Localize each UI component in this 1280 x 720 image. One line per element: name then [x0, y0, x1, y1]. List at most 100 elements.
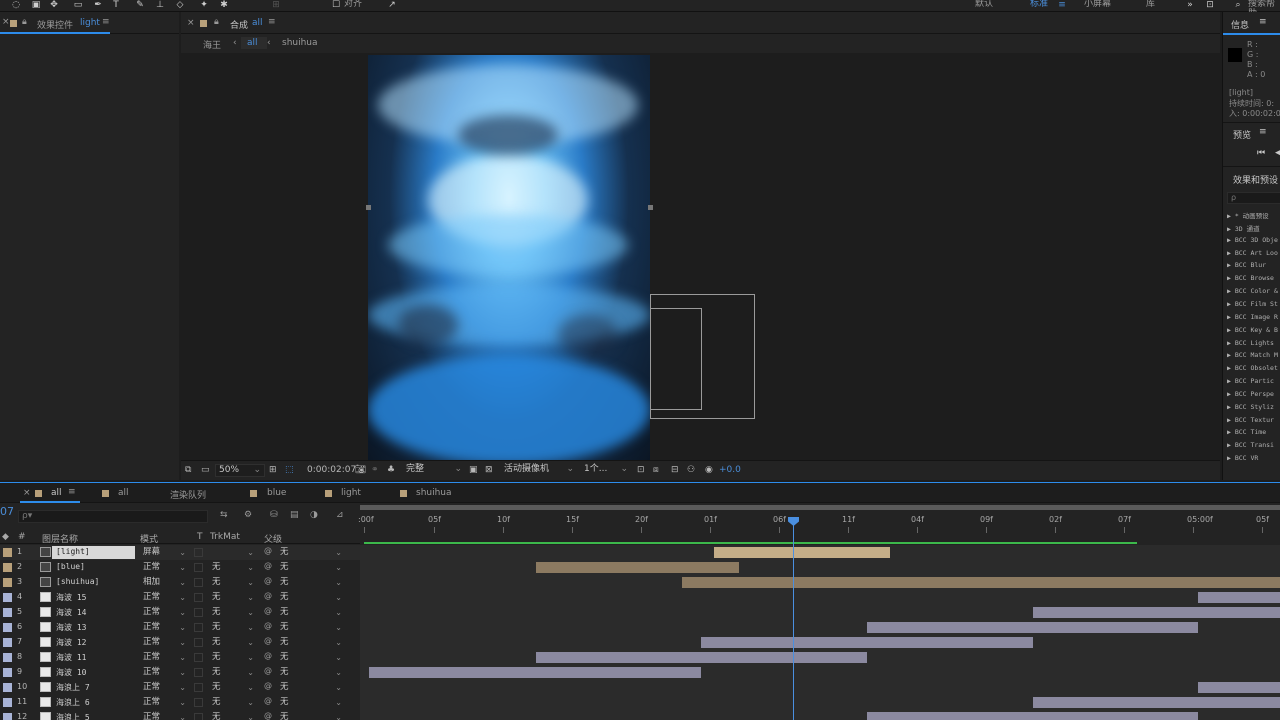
timeline-tab-all[interactable]: all [118, 488, 129, 498]
label-color-swatch[interactable] [3, 563, 12, 572]
layer-name[interactable]: 海波 14 [56, 607, 86, 618]
parent-dropdown[interactable]: 无 ⌄ [276, 606, 344, 619]
composition-tab[interactable]: 合成 [230, 18, 248, 31]
effect-category-item[interactable]: ▶ BCC 3D Obje [1227, 236, 1278, 244]
layer-name-header[interactable]: 图层名称 [42, 532, 78, 545]
snapshot-icon[interactable]: 📷︎ [355, 465, 366, 475]
effect-category-item[interactable]: ▶ BCC Lights [1227, 339, 1274, 347]
layer-handle[interactable] [648, 205, 653, 210]
effect-category-item[interactable]: ▶ 3D 通道 [1227, 223, 1260, 233]
timeline-tab-shuihua[interactable]: shuihua [416, 488, 452, 498]
render-queue-tab[interactable]: 渲染队列 [170, 488, 206, 501]
blend-mode-dropdown[interactable]: 正常 ⌄ [140, 606, 188, 619]
label-color-swatch[interactable] [3, 608, 12, 617]
timeline-tab-blue[interactable]: blue [267, 488, 286, 498]
layer-duration-bar[interactable] [701, 637, 1033, 648]
label-color-swatch[interactable] [3, 713, 12, 720]
blend-mode-dropdown[interactable]: 正常 ⌄ [140, 681, 188, 694]
preserve-transparency-checkbox[interactable] [194, 713, 203, 720]
effect-category-item[interactable]: ▶ BCC Transi [1227, 441, 1274, 449]
zoom-dropdown[interactable]: 50% ⌄ [215, 464, 265, 477]
effect-category-item[interactable]: ▶ BCC Textur [1227, 416, 1274, 424]
shy-layers-icon[interactable]: ⛁ [270, 510, 278, 520]
preserve-transparency-checkbox[interactable] [194, 608, 203, 617]
comp-mini-flowchart-icon[interactable]: ⇆ [220, 510, 228, 520]
breadcrumb-haiwang[interactable]: 海王 [203, 38, 221, 51]
trkmat-dropdown[interactable]: 无 ⌄ [208, 666, 256, 679]
layer-row[interactable]: 2 [blue] 正常 ⌄ 无 ⌄ @ 无 ⌄ [0, 560, 1280, 575]
blend-mode-dropdown[interactable]: 屏幕 ⌄ [140, 546, 188, 559]
parent-dropdown[interactable]: 无 ⌄ [276, 591, 344, 604]
parent-dropdown[interactable]: 无 ⌄ [276, 696, 344, 709]
blend-mode-dropdown[interactable]: 正常 ⌄ [140, 621, 188, 634]
more-workspaces-icon[interactable]: » [1184, 0, 1196, 10]
trkmat-dropdown[interactable]: 无 ⌄ [208, 711, 256, 720]
trkmat-dropdown[interactable]: 无 ⌄ [208, 621, 256, 634]
panel-menu-icon[interactable]: ≡ [68, 487, 76, 497]
layer-row[interactable]: 12 海浪上 5 正常 ⌄ 无 ⌄ @ 无 ⌄ [0, 710, 1280, 720]
first-frame-icon[interactable]: ⏮ [1257, 148, 1265, 158]
parent-dropdown[interactable]: 无 ⌄ [276, 561, 344, 574]
parent-pickwhip-icon[interactable]: @ [264, 711, 272, 720]
current-time-display[interactable]: 07 [0, 505, 14, 518]
layer-name[interactable]: 海波 10 [56, 667, 86, 678]
effect-controls-tab[interactable]: 效果控件 [37, 18, 73, 31]
layer-name[interactable]: [shuihua] [56, 577, 99, 586]
blend-mode-dropdown[interactable]: 正常 ⌄ [140, 636, 188, 649]
parent-pickwhip-icon[interactable]: @ [264, 636, 272, 645]
roto-brush-tool-icon[interactable]: ✦ [198, 0, 210, 10]
layer-row[interactable]: 10 海浪上 7 正常 ⌄ 无 ⌄ @ 无 ⌄ [0, 680, 1280, 695]
camera-tool-icon[interactable]: ▣ [30, 0, 42, 10]
workspace-small-screen[interactable]: 小屏幕 [1084, 0, 1111, 9]
composition-frame[interactable] [368, 55, 650, 461]
effect-category-item[interactable]: ▶ BCC Match M [1227, 351, 1278, 359]
parent-pickwhip-icon[interactable]: @ [264, 576, 272, 585]
parent-dropdown[interactable]: 无 ⌄ [276, 546, 344, 559]
parent-pickwhip-icon[interactable]: @ [264, 666, 272, 675]
resolution-dropdown[interactable]: 完整 ⌄ [403, 464, 465, 477]
lock-icon[interactable]: 🔒︎ [214, 17, 219, 27]
always-preview-icon[interactable]: ⧉ [185, 465, 191, 475]
blend-mode-dropdown[interactable]: 正常 ⌄ [140, 696, 188, 709]
layer-duration-bar[interactable] [1032, 607, 1280, 618]
effect-category-item[interactable]: ▶ BCC Blur [1227, 261, 1266, 269]
effect-category-item[interactable]: ▶ BCC Film St [1227, 300, 1278, 308]
parent-dropdown[interactable]: 无 ⌄ [276, 666, 344, 679]
parent-dropdown[interactable]: 无 ⌄ [276, 621, 344, 634]
timeline-tab-light[interactable]: light [341, 488, 361, 498]
layer-duration-bar[interactable] [713, 547, 891, 558]
preserve-transparency-checkbox[interactable] [194, 623, 203, 632]
preserve-transparency-checkbox[interactable] [194, 548, 203, 557]
layer-row[interactable]: 5 海波 14 正常 ⌄ 无 ⌄ @ 无 ⌄ [0, 605, 1280, 620]
type-tool-icon[interactable]: T [110, 0, 122, 10]
parent-dropdown[interactable]: 无 ⌄ [276, 651, 344, 664]
layer-name[interactable]: 海波 12 [56, 637, 86, 648]
preserve-transparency-checkbox[interactable] [194, 683, 203, 692]
layer-row[interactable]: 7 海波 12 正常 ⌄ 无 ⌄ @ 无 ⌄ [0, 635, 1280, 650]
layer-handle[interactable] [366, 205, 371, 210]
preserve-transparency-checkbox[interactable] [194, 563, 203, 572]
pan-behind-tool-icon[interactable]: ✥ [48, 0, 60, 10]
layer-duration-bar[interactable] [368, 667, 702, 678]
parent-pickwhip-icon[interactable]: @ [264, 651, 272, 660]
layer-row[interactable]: 6 海波 13 正常 ⌄ 无 ⌄ @ 无 ⌄ [0, 620, 1280, 635]
fast-previews-icon[interactable]: ⧈ [653, 465, 659, 475]
trkmat-dropdown[interactable]: ⌄ [208, 546, 256, 559]
parent-pickwhip-icon[interactable]: @ [264, 606, 272, 615]
layer-duration-bar[interactable] [1197, 592, 1280, 603]
layer-duration-bar[interactable] [867, 712, 1198, 720]
timeline-tab-all-active[interactable]: all [51, 488, 62, 498]
layer-duration-bar[interactable] [535, 562, 739, 573]
tab-close-icon[interactable]: × [23, 488, 31, 498]
preserve-transparency-checkbox[interactable] [194, 593, 203, 602]
layer-name[interactable]: 海浪上 6 [56, 697, 90, 708]
axis-local-icon[interactable]: ⊞ [270, 0, 282, 10]
label-color-swatch[interactable] [3, 653, 12, 662]
pen-tool-icon[interactable]: ✒ [92, 0, 104, 10]
trkmat-dropdown[interactable]: 无 ⌄ [208, 591, 256, 604]
effect-category-item[interactable]: ▶ BCC Partic [1227, 377, 1274, 385]
transparency-grid-icon[interactable]: ⊠ [485, 465, 493, 475]
views-dropdown[interactable]: 1个... ⌄ [581, 464, 631, 477]
panel-close-icon[interactable]: × [2, 17, 10, 27]
trkmat-dropdown[interactable]: 无 ⌄ [208, 561, 256, 574]
